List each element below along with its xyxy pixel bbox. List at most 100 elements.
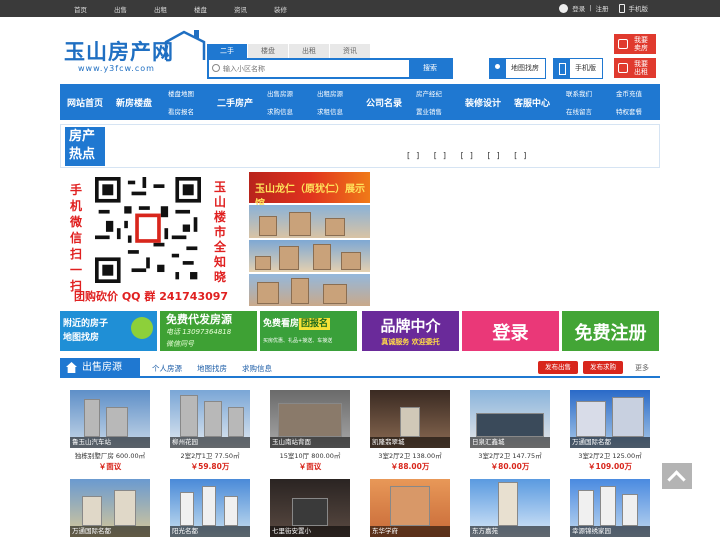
menu-online-message[interactable]: 在线留言 (566, 106, 592, 116)
rent-house-button[interactable]: 我要 出租 (614, 58, 656, 78)
mobile-version-label: 手机版 (575, 64, 596, 72)
tab-estate[interactable]: 楼盘 (248, 44, 288, 58)
register-banner[interactable]: 免费注册 (562, 311, 659, 351)
link-buy-requests[interactable]: 求购信息 (242, 363, 272, 374)
building-image (578, 490, 594, 526)
link-personal-listings[interactable]: 个人房源 (152, 363, 182, 374)
free-tour-banner[interactable]: 免费看房 团报名 买房优惠、礼品+接送、车接送 (260, 311, 357, 351)
hot-label-line-1: 房产 (69, 129, 96, 144)
listing-card[interactable]: 七里街安置小 (270, 479, 350, 537)
register-link[interactable]: 注册 (596, 3, 609, 13)
menu-decoration[interactable]: 装修设计 (465, 96, 501, 109)
listing-card[interactable]: 阳光名都 (170, 479, 250, 537)
menu-sales[interactable]: 置业销售 (416, 106, 442, 116)
user-icon (559, 3, 569, 13)
estate-photo-ad-2[interactable] (249, 240, 370, 272)
mobile-version-button[interactable]: 手机版 (553, 58, 603, 79)
tab-news[interactable]: 资讯 (330, 44, 370, 58)
listing-card[interactable]: 鲁玉山汽车站 独栋别墅厂房 600.00㎡ ￥面议 (70, 390, 150, 472)
menu-coin-recharge[interactable]: 金币充值 (616, 88, 642, 98)
building-image (612, 397, 644, 437)
listing-spec: 3室2厅2卫 125.00㎡ (578, 452, 642, 460)
showroom-ad[interactable]: 玉山龙仁（原犹仁）展示馆 (249, 172, 370, 210)
login-banner[interactable]: 登录 (462, 311, 559, 351)
top-nav-rent[interactable]: 出租 (154, 4, 194, 14)
check-icon (131, 317, 153, 339)
menu-agents[interactable]: 房产经纪 (416, 88, 442, 98)
map-search-button[interactable]: 地图找房 (489, 58, 546, 79)
publish-buy-button[interactable]: 发布求购 (583, 361, 623, 374)
more-link[interactable]: 更多 (635, 363, 649, 373)
free-listing-banner[interactable]: 免费代发房源 电话 13097364818 微信同号 (160, 311, 257, 351)
logo-url: www.y3fcw.com (78, 64, 155, 73)
sell-house-button[interactable]: 我要 卖房 (614, 34, 656, 54)
menu-company-list[interactable]: 公司名录 (366, 96, 402, 109)
hot-news-items[interactable]: [] [] [] [] [] (407, 151, 532, 160)
search-box: 搜索 (207, 58, 453, 79)
listing-price: ￥109.00万 (588, 462, 632, 471)
menu-vip-package[interactable]: 特权套餐 (616, 106, 642, 116)
listing-name: 柳州花园 (170, 437, 250, 448)
menu-rent-listings[interactable]: 出租房源 (317, 88, 343, 98)
search-input[interactable] (223, 62, 403, 76)
menu-new-estate[interactable]: 新房楼盘 (116, 96, 152, 109)
link-map-search[interactable]: 地图找房 (197, 363, 227, 374)
menu-rent-requests[interactable]: 求租信息 (317, 106, 343, 116)
menu-service-center[interactable]: 客服中心 (514, 96, 550, 109)
section-title-text: 出售房源 (82, 362, 122, 373)
estate-photo-ad-1[interactable] (249, 205, 370, 238)
wechat-qr-ad[interactable]: 手机微信扫一扫 玉山楼市全知晓 团购砍价 QQ 群 241743097 (68, 174, 236, 306)
menu-second-hand[interactable]: 二手房产 (217, 96, 253, 109)
listing-card[interactable]: 东华学府 (370, 479, 450, 537)
sale-section-header: 出售房源 个人房源 地图找房 求购信息 发布出售 发布求购 更多 (60, 358, 660, 378)
top-nav-news[interactable]: 资讯 (234, 4, 274, 14)
map-search-banner[interactable]: 附近的房子 地图找房 (60, 311, 157, 351)
listing-card[interactable]: 玉山南站背面 15室10厅 800.00㎡ ￥面议 (270, 390, 350, 472)
phone-icon (618, 3, 625, 13)
listing-card[interactable]: 万通国际名都 3室2厅2卫 125.00㎡ ￥109.00万 (570, 390, 650, 472)
building-image (279, 246, 299, 270)
listing-card[interactable]: 东方嘉苑 (470, 479, 550, 537)
search-icon (212, 64, 220, 72)
publish-sale-button[interactable]: 发布出售 (538, 361, 578, 374)
building-image (202, 486, 216, 526)
top-nav-decor[interactable]: 装修 (274, 4, 314, 14)
map-pin-icon (490, 59, 506, 78)
building-image (114, 490, 136, 526)
listing-price: ￥面议 (98, 462, 122, 471)
search-button[interactable]: 搜索 (409, 60, 451, 77)
listing-name: 东方嘉苑 (470, 526, 550, 537)
listing-photo: 阳光名都 (170, 479, 250, 537)
listing-name: 幸源锦绣家园 (570, 526, 650, 537)
listing-card[interactable]: 幸源锦绣家园 (570, 479, 650, 537)
mobile-link[interactable]: 手机版 (629, 3, 649, 13)
top-nav-estate[interactable]: 楼盘 (194, 4, 234, 14)
listing-card[interactable]: 日泉汇鑫城 3室2厅2卫 147.75㎡ ￥80.00万 (470, 390, 550, 472)
menu-home[interactable]: 网站首页 (67, 96, 103, 109)
menu-estate-map[interactable]: 楼盘地图 (168, 88, 194, 98)
listing-card[interactable]: 万通国际名都 (70, 479, 150, 537)
back-to-top-button[interactable] (662, 463, 692, 489)
site-logo[interactable]: 玉山房产网 www.y3fcw.com (64, 30, 206, 80)
login-link[interactable]: 登录 (572, 3, 585, 13)
house-icon (618, 63, 628, 73)
estate-photo-ad-3[interactable] (249, 274, 370, 306)
listing-card[interactable]: 柳州花园 2室2厅1卫 77.50㎡ ￥59.80万 (170, 390, 250, 472)
listing-photo: 幸源锦绣家园 (570, 479, 650, 537)
top-nav-home[interactable]: 首页 (74, 4, 114, 14)
menu-contact-us[interactable]: 联系我们 (566, 88, 592, 98)
listing-photo: 鲁玉山汽车站 (70, 390, 150, 448)
banner-agent-title: 品牌中介 (380, 317, 441, 335)
listing-card[interactable]: 凯隆翡翠城 3室2厅2卫 138.00㎡ ￥88.00万 (370, 390, 450, 472)
building-image (106, 407, 128, 437)
menu-buy-requests[interactable]: 求购信息 (267, 106, 293, 116)
menu-sale-listings[interactable]: 出售房源 (267, 88, 293, 98)
room-image (292, 498, 328, 526)
hot-label-line-2: 热点 (69, 147, 96, 162)
tab-second-hand[interactable]: 二手 (207, 44, 247, 58)
menu-tour-signup[interactable]: 看房报名 (168, 106, 194, 116)
tab-rent[interactable]: 出租 (289, 44, 329, 58)
top-nav: 首页 出售 出租 楼盘 资讯 装修 (74, 4, 314, 14)
top-nav-sale[interactable]: 出售 (114, 4, 154, 14)
brand-agent-banner[interactable]: 品牌中介 真诚服务 欢迎委托 (362, 311, 459, 351)
